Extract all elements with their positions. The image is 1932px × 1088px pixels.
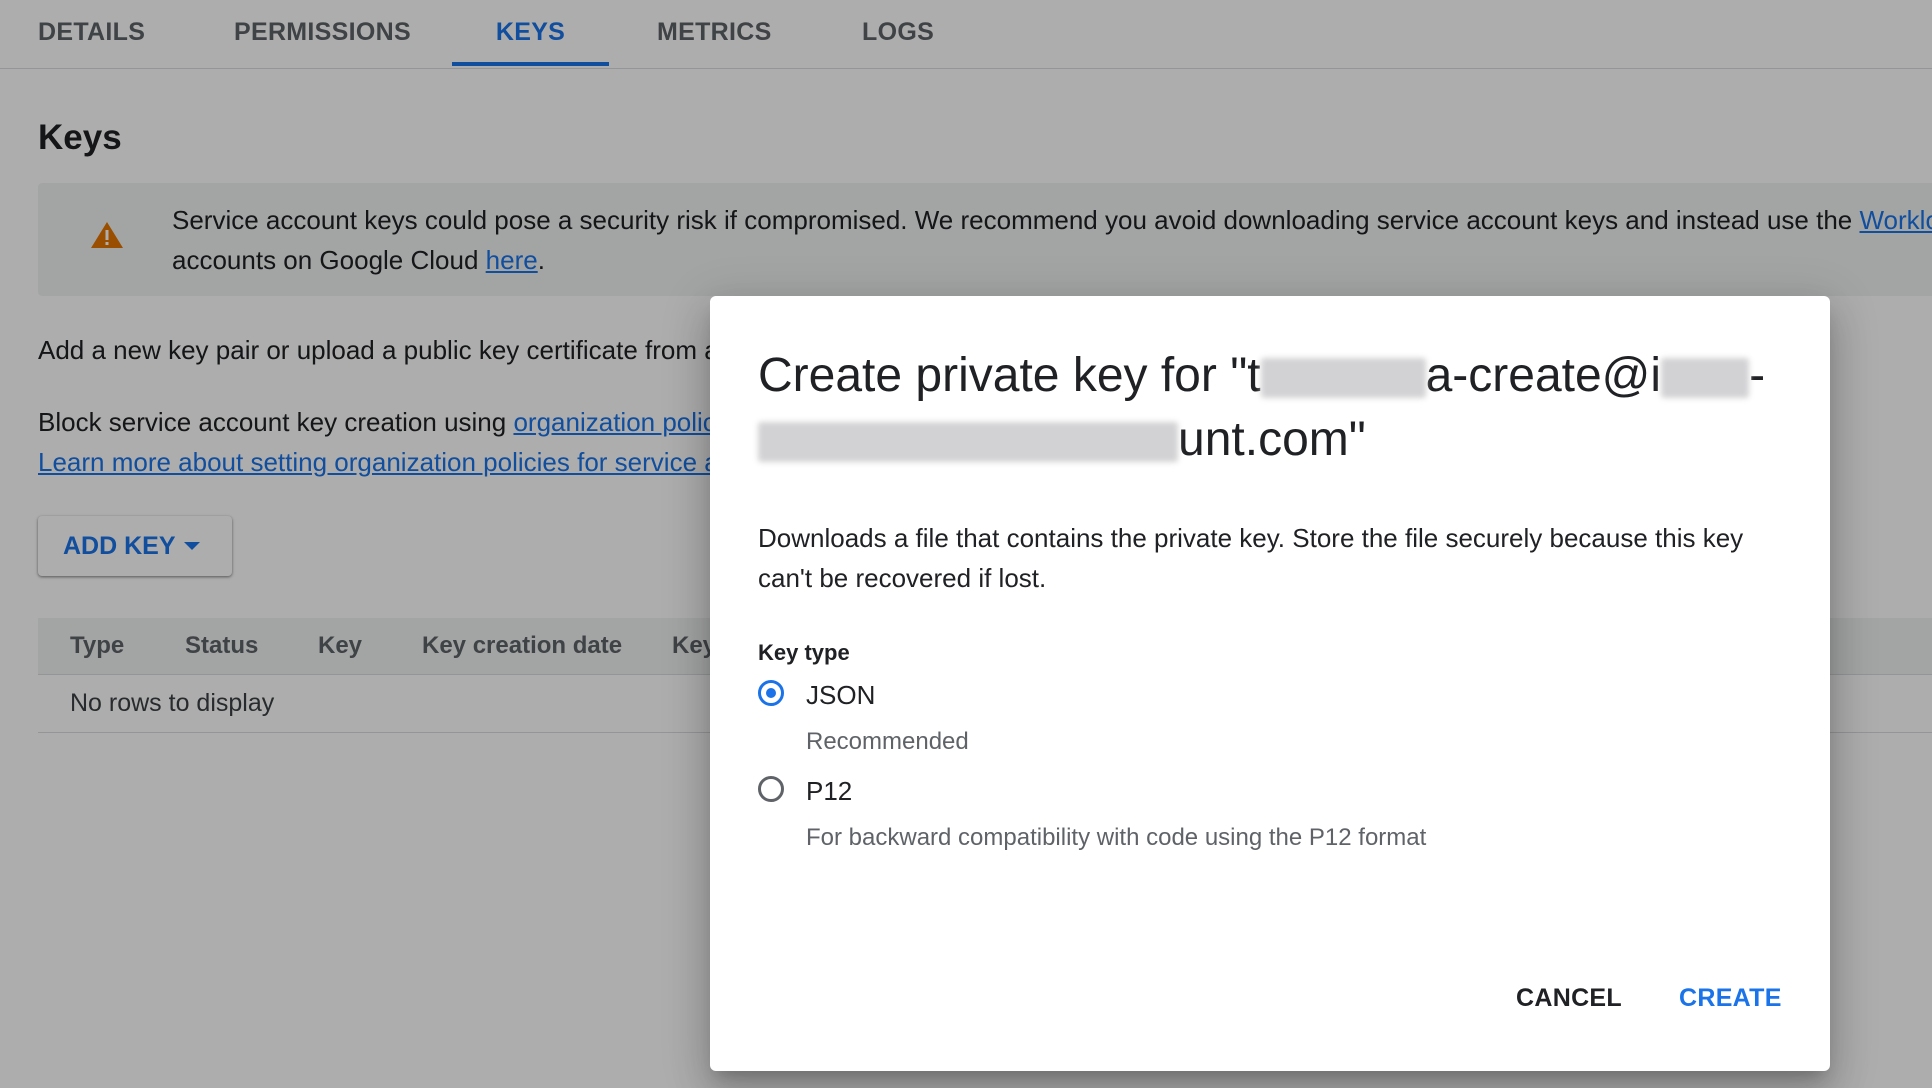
dialog-title-part4: unt.com" xyxy=(1178,413,1366,466)
create-button[interactable]: CREATE xyxy=(1663,974,1798,1022)
p12-radio[interactable] xyxy=(758,776,784,802)
redacted-text xyxy=(1260,358,1426,399)
dialog-title-part2: a-create@i xyxy=(1425,349,1662,402)
json-label[interactable]: JSON xyxy=(806,680,875,711)
cancel-button[interactable]: CANCEL xyxy=(1500,974,1638,1022)
redacted-text xyxy=(758,422,1178,463)
p12-label[interactable]: P12 xyxy=(806,776,852,807)
create-private-key-dialog: Create private key for "t a-create@i - unt… xyxy=(710,296,1830,1071)
redacted-text xyxy=(1661,358,1750,399)
json-hint: Recommended xyxy=(806,728,969,755)
dialog-title: Create private key for "t a-create@i - unt… xyxy=(758,344,1778,472)
json-radio[interactable] xyxy=(758,680,784,706)
dialog-description: Downloads a file that contains the priva… xyxy=(758,523,1744,593)
dialog-title-part1: Create private key for "t xyxy=(758,349,1261,402)
p12-hint: For backward compatibility with code usi… xyxy=(806,824,1427,851)
dialog-title-part3: - xyxy=(1749,349,1766,402)
key-type-label: Key type xyxy=(758,640,850,665)
